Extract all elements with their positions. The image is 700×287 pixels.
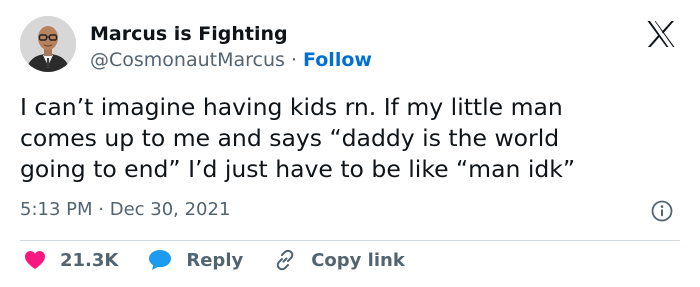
- author-handle[interactable]: @CosmonautMarcus: [90, 49, 285, 71]
- divider: [20, 240, 680, 241]
- tweet-date[interactable]: Dec 30, 2021: [110, 199, 231, 220]
- heart-icon: [25, 251, 45, 269]
- info-icon[interactable]: [651, 200, 673, 222]
- x-logo-icon[interactable]: [646, 20, 676, 48]
- like-button[interactable]: 21.3K: [24, 250, 118, 271]
- tweet-text-line: going to end” I’d just have to be like “…: [20, 155, 576, 183]
- tweet-text-line: comes up to me and says “daddy is the wo…: [20, 124, 560, 152]
- handle-separator: ·: [284, 49, 304, 71]
- tweet-card: Marcus is Fighting @CosmonautMarcus · Fo…: [0, 0, 700, 287]
- tweet-text-line: I can’t imagine having kids rn. If my li…: [20, 93, 563, 121]
- copy-link-button[interactable]: Copy link: [273, 248, 405, 272]
- action-bar: 21.3K Reply Copy link: [20, 247, 405, 273]
- tweet-timestamp: 5:13 PM · Dec 30, 2021: [20, 198, 230, 222]
- timestamp-separator: ·: [92, 199, 110, 220]
- follow-button[interactable]: Follow: [303, 49, 372, 71]
- avatar-image: [20, 16, 76, 72]
- copy-link-label: Copy link: [311, 249, 405, 271]
- author-handle-row: @CosmonautMarcus · Follow: [90, 48, 372, 72]
- reply-label: Reply: [186, 249, 244, 271]
- speech-bubble-icon: [149, 250, 172, 270]
- avatar[interactable]: [20, 16, 76, 72]
- tweet-time[interactable]: 5:13 PM: [20, 199, 93, 220]
- like-count: 21.3K: [60, 249, 119, 271]
- reply-button[interactable]: Reply: [148, 249, 243, 271]
- link-icon: [276, 249, 294, 271]
- tweet-text: I can’t imagine having kids rn. If my li…: [20, 92, 680, 185]
- author-display-name[interactable]: Marcus is Fighting: [90, 22, 288, 46]
